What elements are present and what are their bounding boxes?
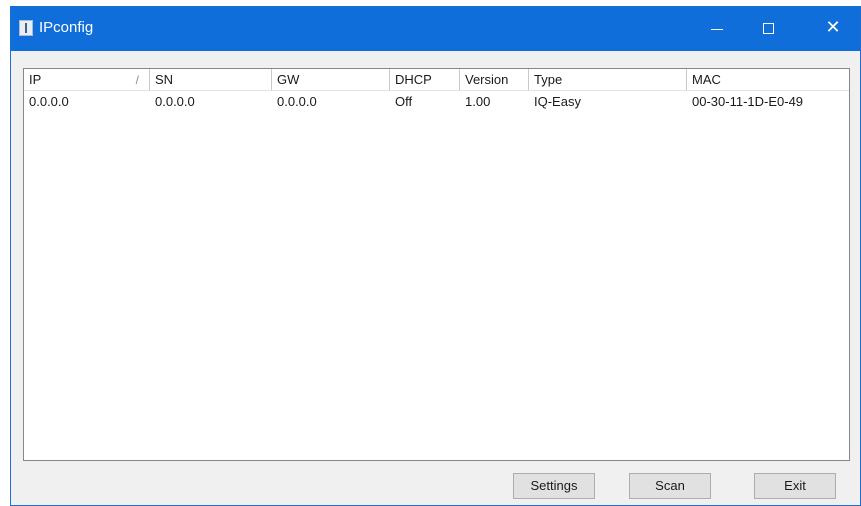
exit-button[interactable]: Exit <box>754 473 836 499</box>
column-header-ip[interactable]: IP / <box>24 69 150 91</box>
settings-button[interactable]: Settings <box>513 473 595 499</box>
table-row[interactable]: 0.0.0.0 0.0.0.0 0.0.0.0 Off 1.00 IQ-Easy… <box>24 92 849 112</box>
maximize-icon <box>763 23 774 34</box>
cell-gw: 0.0.0.0 <box>277 94 317 109</box>
cell-sn: 0.0.0.0 <box>155 94 195 109</box>
close-button[interactable]: ✕ <box>810 7 856 51</box>
ipconfig-window: IPconfig ✕ IP / SN GW DHCP Version Type … <box>10 6 861 506</box>
minimize-button[interactable] <box>694 7 740 51</box>
scan-button[interactable]: Scan <box>629 473 711 499</box>
column-header-gw[interactable]: GW <box>272 69 390 91</box>
column-header-version[interactable]: Version <box>460 69 529 91</box>
cell-mac: 00-30-11-1D-E0-49 <box>692 94 804 109</box>
maximize-button[interactable] <box>746 7 792 51</box>
minimize-icon <box>711 29 723 30</box>
cell-ip: 0.0.0.0 <box>29 94 69 109</box>
column-header-dhcp[interactable]: DHCP <box>390 69 460 91</box>
sort-indicator-icon: / <box>135 73 139 87</box>
title-bar[interactable]: IPconfig ✕ <box>11 7 860 51</box>
app-icon <box>19 20 33 36</box>
cell-type: IQ-Easy <box>534 94 581 109</box>
column-header-sn[interactable]: SN <box>150 69 272 91</box>
column-header-label: IP <box>29 72 42 87</box>
cell-dhcp: Off <box>395 94 413 109</box>
device-list[interactable]: IP / SN GW DHCP Version Type MAC 0.0.0.0… <box>23 68 850 461</box>
close-icon: ✕ <box>825 17 841 38</box>
window-title: IPconfig <box>39 19 94 36</box>
cell-version: 1.00 <box>465 94 491 109</box>
column-header-type[interactable]: Type <box>529 69 687 91</box>
list-header: IP / SN GW DHCP Version Type MAC <box>24 69 849 91</box>
column-header-mac[interactable]: MAC <box>687 69 849 91</box>
